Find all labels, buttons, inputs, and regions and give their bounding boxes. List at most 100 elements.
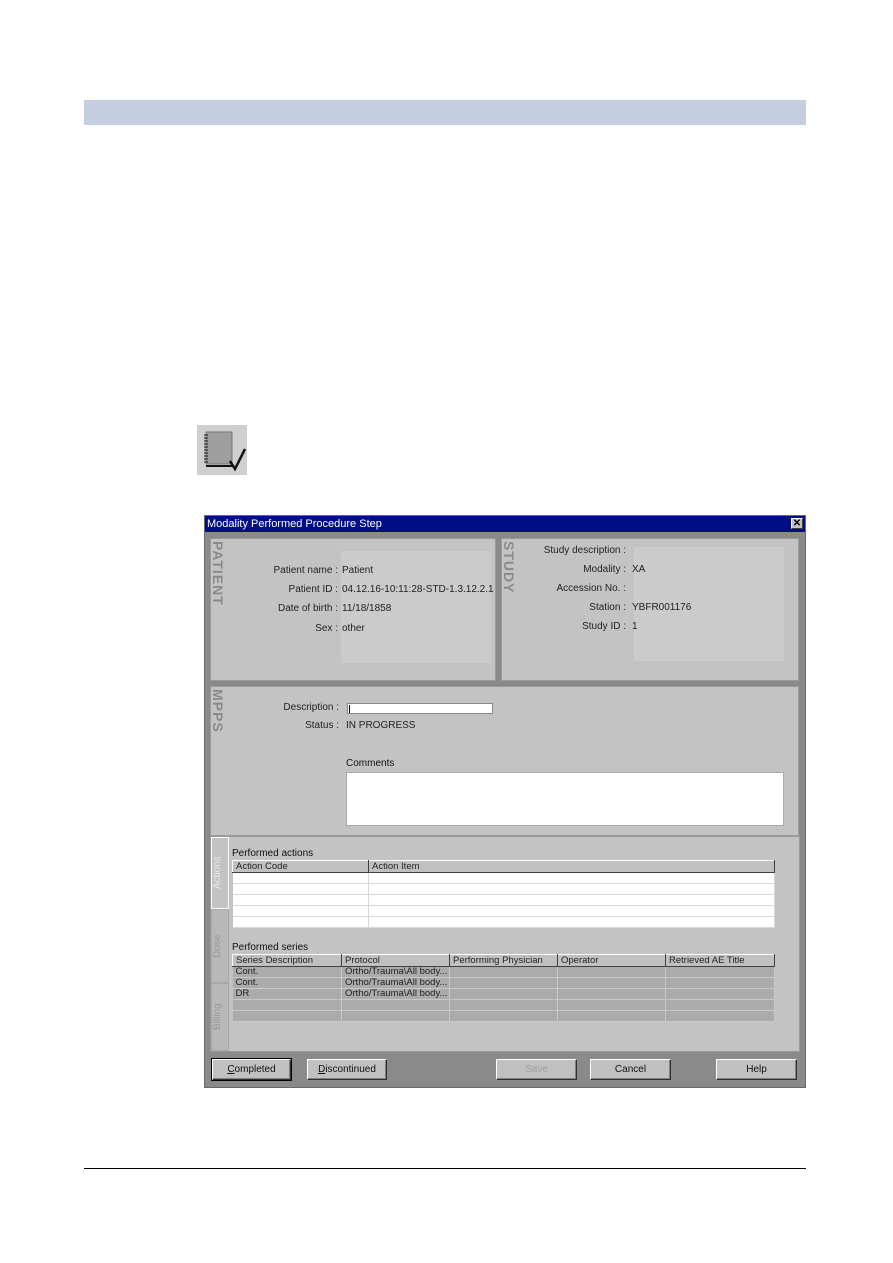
table-row[interactable]: DR Ortho/Trauma\All body... — [232, 988, 775, 1000]
table-row[interactable] — [232, 916, 775, 928]
study-description-label: Study description : — [543, 545, 626, 556]
modality-label: Modality : — [583, 564, 626, 575]
tab-dose[interactable]: Dose — [211, 909, 229, 983]
sex-label: Sex : — [315, 623, 338, 634]
tab-billing[interactable]: Billing — [211, 983, 229, 1051]
status-value: IN PROGRESS — [346, 720, 416, 731]
patient-id-value: 04.12.16-10:11:28-STD-1.3.12.2.1 — [342, 584, 494, 595]
table-cell — [449, 977, 558, 989]
patient-name-row: Patient name : Patient — [211, 565, 374, 576]
station-label: Station : — [589, 602, 626, 613]
accession-label: Accession No. : — [556, 583, 626, 594]
dialog-titlebar[interactable]: Modality Performed Procedure Step ✕ — [205, 516, 805, 532]
performed-series-table: Series Description Protocol Performing P… — [232, 954, 775, 1022]
table-row[interactable] — [232, 883, 775, 895]
sex-row: Sex : other — [211, 623, 365, 634]
column-header[interactable]: Performing Physician — [449, 954, 558, 967]
dob-label: Date of birth : — [277, 603, 338, 614]
table-cell — [557, 988, 666, 1000]
study-id-value: 1 — [632, 621, 638, 632]
notebook-check-icon — [197, 425, 247, 475]
study-description-row: Study description : — [502, 545, 626, 556]
column-header[interactable]: Action Item — [368, 860, 775, 873]
table-cell — [665, 966, 775, 978]
column-header[interactable]: Series Description — [232, 954, 342, 967]
comments-textarea[interactable] — [346, 772, 784, 826]
table-cell — [232, 872, 369, 884]
table-cell — [341, 1010, 450, 1022]
table-cell — [557, 999, 666, 1011]
table-row[interactable]: Cont. Ortho/Trauma\All body... — [232, 977, 775, 989]
table-cell — [665, 988, 775, 1000]
study-id-label: Study ID : — [582, 621, 626, 632]
table-cell — [449, 1010, 558, 1022]
table-cell — [368, 905, 775, 917]
patient-name-value: Patient — [342, 565, 374, 576]
description-row: Description : — [211, 702, 339, 713]
column-header[interactable]: Operator — [557, 954, 666, 967]
footer-rule — [84, 1168, 806, 1169]
mpps-dialog: Modality Performed Procedure Step ✕ PATI… — [204, 515, 806, 1088]
patient-id-row: Patient ID : 04.12.16-10:11:28-STD-1.3.1… — [211, 584, 494, 595]
modality-value: XA — [632, 564, 646, 575]
table-row[interactable] — [232, 999, 775, 1011]
patient-name-label: Patient name : — [273, 565, 338, 576]
close-icon[interactable]: ✕ — [791, 518, 803, 529]
status-row: Status : IN PROGRESS — [211, 720, 415, 731]
table-row[interactable] — [232, 1010, 775, 1022]
table-cell — [232, 894, 369, 906]
table-cell — [368, 872, 775, 884]
table-cell: Ortho/Trauma\All body... — [341, 977, 450, 989]
performed-actions-header: Action Code Action Item — [232, 860, 775, 873]
table-cell — [557, 977, 666, 989]
column-header[interactable]: Retrieved AE Title — [665, 954, 775, 967]
table-cell: Cont. — [232, 966, 342, 978]
table-cell — [368, 883, 775, 895]
study-id-row: Study ID : 1 — [502, 621, 637, 632]
table-cell — [341, 999, 450, 1011]
cancel-button[interactable]: Cancel — [590, 1059, 671, 1080]
table-row[interactable] — [232, 872, 775, 884]
station-value: YBFR001176 — [632, 602, 692, 613]
table-cell — [232, 916, 369, 928]
description-input[interactable] — [347, 703, 493, 714]
sex-value: other — [342, 623, 365, 634]
modality-row: Modality : XA — [502, 564, 645, 575]
performed-actions-table: Action Code Action Item — [232, 860, 775, 928]
table-row[interactable] — [232, 894, 775, 906]
completed-accel: C — [227, 1064, 235, 1075]
table-cell: Cont. — [232, 977, 342, 989]
table-row[interactable]: Cont. Ortho/Trauma\All body... — [232, 966, 775, 978]
patient-panel: PATIENT Patient name : Patient Patient I… — [210, 538, 496, 681]
table-cell — [368, 894, 775, 906]
performed-series-header: Series Description Protocol Performing P… — [232, 954, 775, 967]
table-cell — [449, 988, 558, 1000]
study-panel: STUDY Study description : Modality : XA … — [501, 538, 799, 681]
table-cell — [665, 977, 775, 989]
table-cell — [232, 1010, 342, 1022]
table-cell — [232, 999, 342, 1011]
table-cell — [665, 999, 775, 1011]
completed-button[interactable]: Completed — [211, 1058, 292, 1081]
table-cell — [232, 905, 369, 917]
table-cell: DR — [232, 988, 342, 1000]
discontinued-button[interactable]: Discontinued — [307, 1059, 387, 1080]
table-cell — [665, 1010, 775, 1022]
performed-actions-title: Performed actions — [232, 848, 314, 859]
description-label: Description : — [283, 702, 339, 713]
table-cell — [557, 966, 666, 978]
dob-value: 11/18/1858 — [342, 603, 392, 614]
table-row[interactable] — [232, 905, 775, 917]
table-cell — [449, 999, 558, 1011]
accession-row: Accession No. : — [502, 583, 626, 594]
performed-series-title: Performed series — [232, 942, 309, 953]
mpps-panel: MPPS Description : Status : IN PROGRESS … — [210, 686, 799, 836]
tab-actions[interactable]: Actions — [211, 837, 229, 909]
column-header[interactable]: Protocol — [341, 954, 450, 967]
save-button[interactable]: Save — [496, 1059, 577, 1080]
table-cell: Ortho/Trauma\All body... — [341, 988, 450, 1000]
tab-panel: Actions Dose Billing Performed actions A… — [210, 836, 800, 1052]
help-button[interactable]: Help — [716, 1059, 797, 1080]
header-band — [84, 100, 806, 125]
column-header[interactable]: Action Code — [232, 860, 369, 873]
